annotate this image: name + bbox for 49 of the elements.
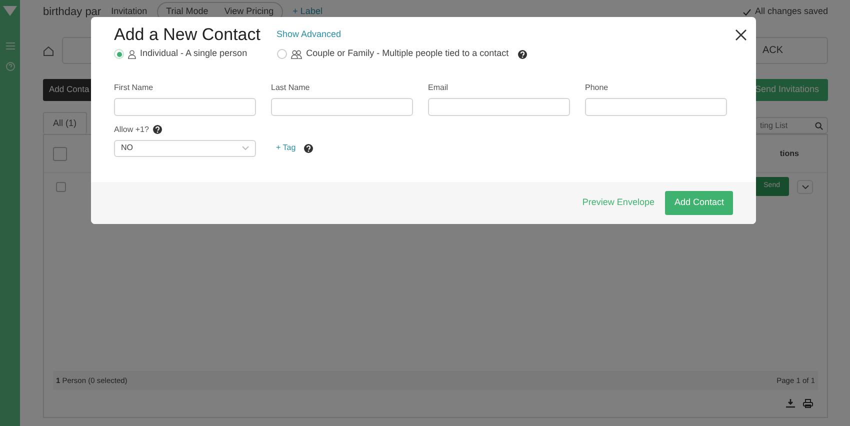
add-contact-button[interactable]: Add Contact [665,191,733,215]
input-field[interactable] [114,98,256,116]
add-contact-button[interactable]: Add Conta [43,79,94,100]
field-label: Email [428,82,450,94]
preview-envelope-link[interactable]: Preview Envelope [582,196,654,210]
breadcrumb-text: ACK [762,44,783,58]
column-header: tions [780,148,799,160]
label-link[interactable]: + Label [292,5,322,19]
select-value: NO [121,142,133,154]
radio-label: Couple or Family - Multiple people tied to a contact [306,47,509,60]
dropdown-toggle[interactable] [797,180,813,194]
caret-icon [802,184,808,188]
search-field[interactable]: ting List [755,117,828,134]
download-icon[interactable] [786,399,795,408]
caret-icon [242,146,249,150]
input-field[interactable] [428,98,570,116]
radio-button[interactable] [277,49,288,60]
mode-button[interactable]: View Pricing [216,3,282,21]
show-advanced-link[interactable]: Show Advanced [276,28,342,42]
input-field[interactable] [271,98,413,116]
header-checkbox[interactable] [53,146,67,160]
help-icon[interactable] [304,144,313,153]
field-label: Last Name [271,82,311,94]
field-label: Allow +1? [114,124,149,136]
row-checkbox[interactable] [56,182,66,192]
radio-button[interactable] [114,49,124,60]
select-field[interactable]: NO [114,140,256,157]
save-status: All changes saved [754,5,828,18]
dialog-title: Add a New Contact [114,25,260,46]
home-icon[interactable] [43,46,54,56]
close-icon[interactable] [735,29,747,42]
help-icon[interactable] [518,50,527,59]
event-type: Invitation [111,5,148,18]
tab[interactable]: All (1) [43,112,87,134]
field-label: First Name [114,82,154,94]
radio-label: Individual - A single person [140,47,248,60]
check-icon [742,8,751,16]
input-field[interactable] [585,98,727,116]
search-icon [815,122,823,130]
logo-icon[interactable] [3,6,17,16]
people-icon [291,50,302,59]
event-title: birthday par [43,4,102,20]
menu-icon[interactable] [6,42,14,50]
tag-link[interactable]: + Tag [276,142,296,154]
field-label: Phone [585,82,610,94]
help-icon[interactable] [152,125,162,134]
mode-button[interactable]: Trial Mode [158,3,216,21]
person-icon [128,50,136,59]
print-icon[interactable] [803,399,813,408]
